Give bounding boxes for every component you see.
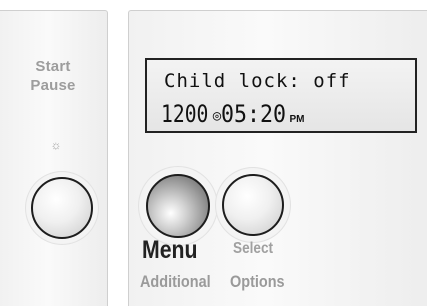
clock-icon: ◎ (212, 108, 222, 124)
menu-label: Menu (142, 236, 198, 264)
lcd-status-line: 1200 ◎ 05:20 PM (161, 99, 304, 127)
options-label: Options (230, 272, 285, 291)
status-light-icon: ☼ (50, 138, 62, 152)
select-button[interactable] (222, 174, 284, 236)
pause-label: Pause (30, 77, 76, 94)
child-lock-status: Child lock: off (164, 70, 351, 92)
start-pause-button[interactable] (31, 177, 93, 239)
time-readout: 05:20 (221, 100, 287, 128)
additional-label: Additional (140, 272, 211, 291)
menu-button[interactable] (146, 174, 210, 238)
start-pause-panel (0, 10, 108, 306)
start-label: Start (35, 58, 71, 75)
counter-readout: 1200 (161, 100, 209, 128)
select-label: Select (233, 240, 274, 257)
ampm-indicator: PM (289, 114, 305, 125)
lcd-display: Child lock: off 1200 ◎ 05:20 PM (145, 58, 417, 133)
